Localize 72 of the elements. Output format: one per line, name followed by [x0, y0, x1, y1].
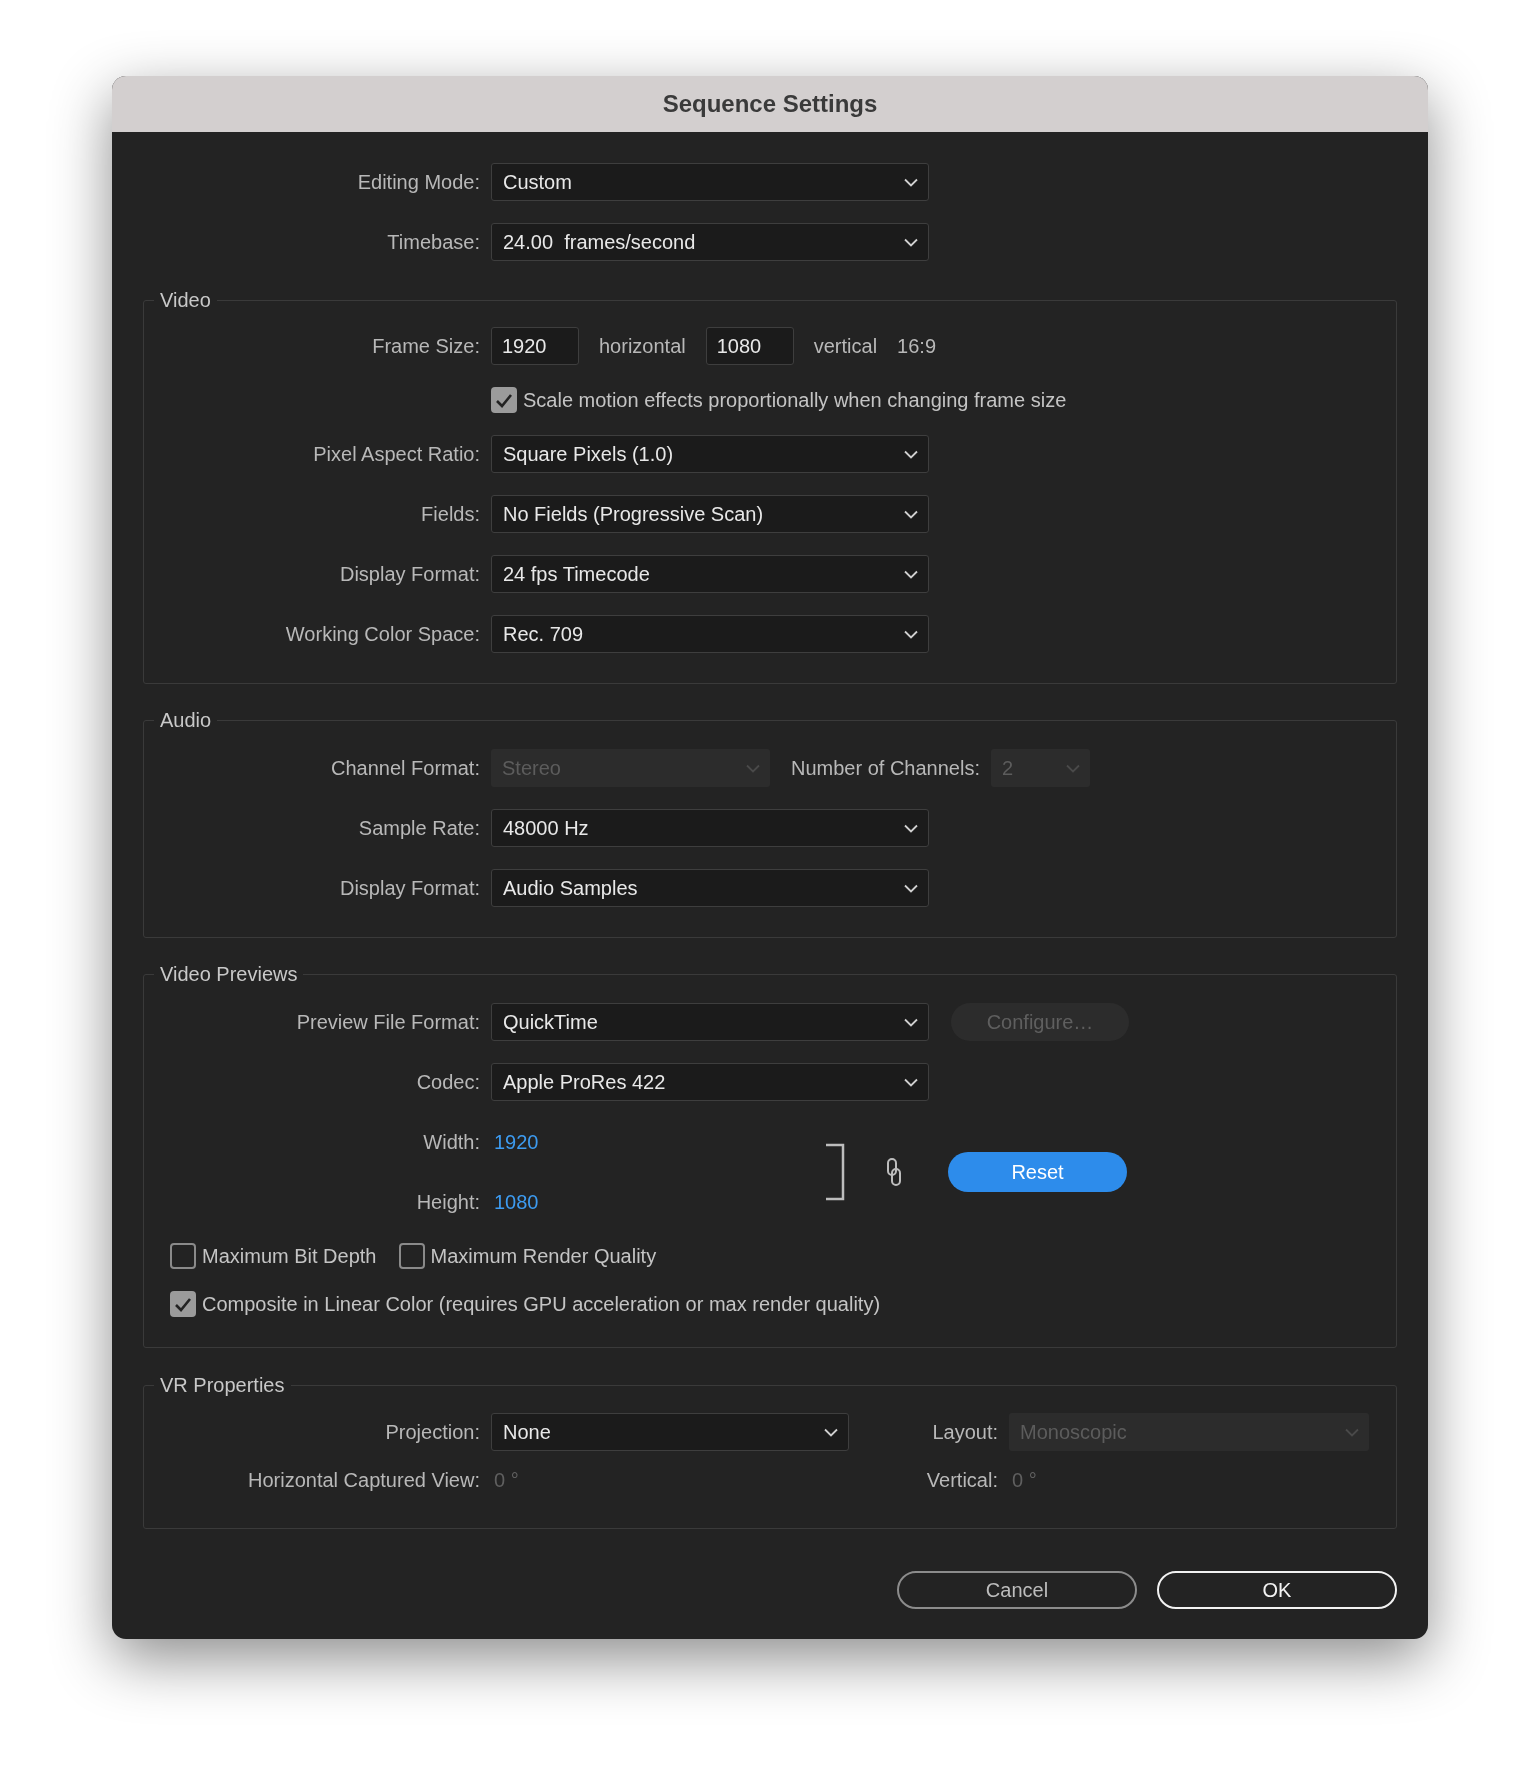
dimension-value[interactable]: 1080 [494, 1187, 539, 1217]
chevron-down-icon [904, 569, 918, 579]
dropdown[interactable]: QuickTime [491, 1003, 929, 1041]
section-title: Audio [159, 708, 213, 732]
dropdown[interactable]: No Fields (Progressive Scan) [491, 495, 929, 533]
field-label: Horizontal Captured View: [247, 1468, 480, 1493]
field-label: Channel Format: [330, 756, 480, 781]
chevron-down-icon [1345, 1427, 1359, 1437]
checkmark-icon [174, 1296, 192, 1312]
chevron-down-icon [824, 1427, 838, 1437]
dropdown[interactable]: None [491, 1413, 849, 1451]
dropdown[interactable]: Square Pixels (1.0) [491, 435, 929, 473]
field-label: Preview File Format: [295, 1010, 480, 1035]
chevron-down-icon [904, 883, 918, 893]
angle-value: 0 ° [1011, 1468, 1037, 1493]
checkbox[interactable] [398, 1243, 425, 1269]
dropdown[interactable]: Rec. 709 [491, 615, 929, 653]
dropdown[interactable]: Apple ProRes 422 [491, 1063, 929, 1101]
checkbox[interactable] [170, 1291, 196, 1317]
chain-link-icon[interactable] [886, 1157, 902, 1187]
angle-value: 0 ° [493, 1468, 520, 1493]
checkbox[interactable] [170, 1243, 196, 1269]
checkbox-label: Maximum Render Quality [430, 1244, 657, 1269]
unit-label: horizontal [599, 334, 686, 359]
dropdown[interactable]: Custom [491, 163, 929, 201]
field-label: Display Format: [338, 562, 480, 587]
dropdown[interactable]: 48000 Hz [491, 809, 929, 847]
chevron-down-icon [904, 1077, 918, 1087]
field-label: Width: [422, 1130, 480, 1155]
chevron-down-icon [904, 449, 918, 459]
field-label: Display Format: [338, 876, 480, 901]
field-label: Frame Size: [371, 334, 480, 359]
field-label: Timebase: [386, 230, 480, 255]
chevron-down-icon [904, 1017, 918, 1027]
width-input[interactable]: 1920 [491, 327, 579, 365]
dimension-value[interactable]: 1920 [494, 1127, 539, 1157]
section-title: Video [159, 288, 212, 312]
checkbox-label: Maximum Bit Depth [202, 1244, 377, 1269]
field-label: Layout: [931, 1420, 998, 1445]
dropdown[interactable]: 24 fps Timecode [491, 555, 929, 593]
checkbox-label: Composite in Linear Color (requires GPU acceleration or max render quality) [202, 1292, 881, 1317]
field-label: Number of Channels: [791, 756, 980, 781]
field-label: Vertical: [925, 1468, 998, 1493]
checkbox-label: Scale motion effects proportionally when changing frame size [523, 388, 1067, 413]
chevron-down-icon [1066, 763, 1080, 773]
chevron-down-icon [746, 763, 760, 773]
field-label: Editing Mode: [356, 170, 480, 195]
link-bracket-icon [824, 1143, 846, 1201]
checkmark-icon [495, 392, 513, 408]
field-label: Codec: [415, 1070, 480, 1095]
unit-label: vertical [813, 334, 878, 359]
field-label: Height: [415, 1190, 480, 1215]
dialog-button[interactable]: Cancel [897, 1571, 1137, 1609]
chevron-down-icon [904, 629, 918, 639]
field-label: Fields: [420, 502, 480, 527]
aspect-ratio: 16:9 [897, 334, 936, 359]
field-label: Pixel Aspect Ratio: [312, 442, 480, 467]
chevron-down-icon [904, 237, 918, 247]
dropdown[interactable]: Audio Samples [491, 869, 929, 907]
section-title: Video Previews [159, 962, 299, 986]
field-label: Sample Rate: [357, 816, 480, 841]
height-input[interactable]: 1080 [705, 327, 794, 365]
section-title: VR Properties [159, 1373, 286, 1397]
dialog-button[interactable]: OK [1157, 1571, 1397, 1609]
dropdown[interactable]: 24.00 frames/second [491, 223, 929, 261]
field-label: Working Color Space: [284, 622, 480, 647]
window-title: Sequence Settings [662, 89, 878, 119]
chevron-down-icon [904, 509, 918, 519]
checkbox[interactable] [491, 387, 517, 413]
field-label: Projection: [384, 1420, 480, 1445]
chevron-down-icon [904, 823, 918, 833]
chevron-down-icon [904, 177, 918, 187]
